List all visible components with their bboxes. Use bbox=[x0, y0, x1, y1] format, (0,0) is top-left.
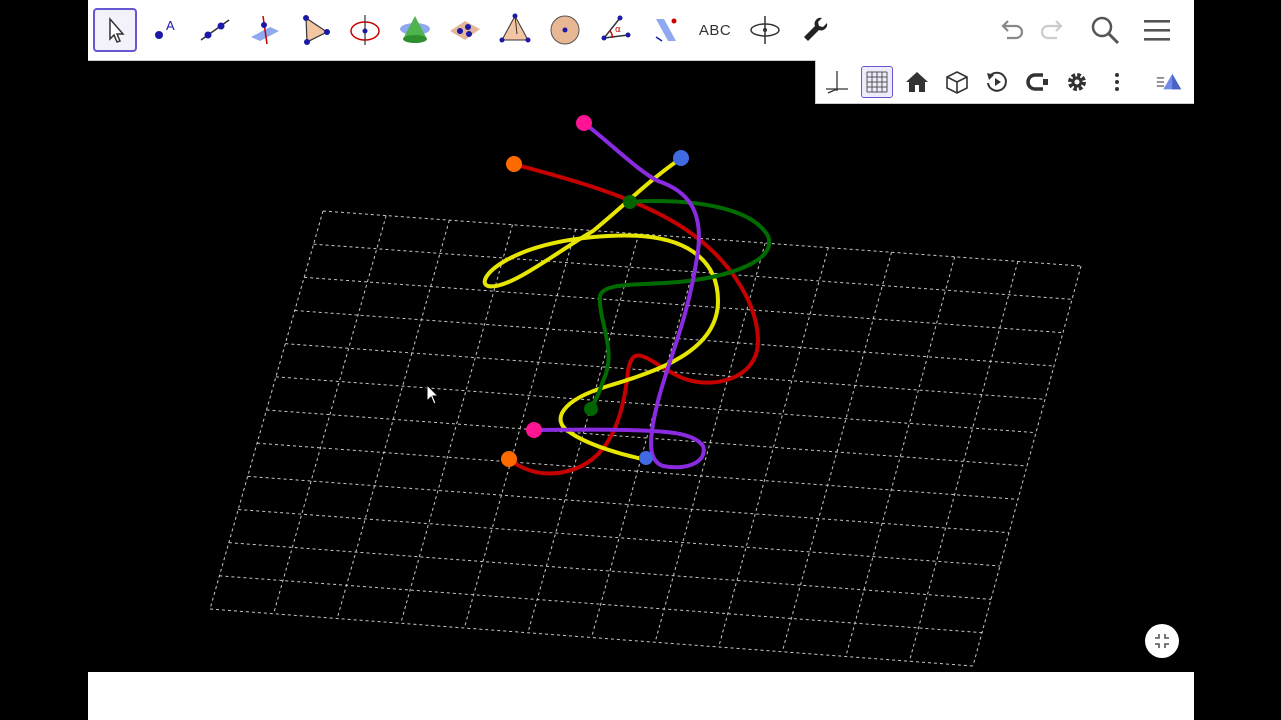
redo-button[interactable] bbox=[1035, 12, 1071, 48]
main-menu-button[interactable] bbox=[1139, 12, 1175, 48]
reflect-tool-button[interactable] bbox=[643, 8, 687, 52]
fullscreen-exit-button[interactable] bbox=[1145, 624, 1179, 658]
redo-icon bbox=[1040, 20, 1063, 40]
grid-line bbox=[294, 310, 1055, 367]
graphics-3d-view[interactable] bbox=[88, 61, 1194, 672]
grid-line bbox=[273, 215, 387, 614]
view-in-front-button[interactable] bbox=[941, 66, 973, 98]
angle-icon: α bbox=[601, 15, 631, 41]
grid-line bbox=[718, 247, 829, 648]
xy-plane-grid bbox=[209, 210, 1082, 667]
rotate-icon bbox=[987, 71, 1007, 92]
settings-button[interactable] bbox=[1061, 66, 1093, 98]
perpendicular-plane-icon bbox=[251, 15, 279, 45]
bottom-panel bbox=[88, 672, 1194, 720]
text-tool-button[interactable]: ABC bbox=[693, 8, 737, 52]
search-button[interactable] bbox=[1087, 12, 1123, 48]
more-vert-icon bbox=[1115, 73, 1119, 91]
arrow-cursor-icon bbox=[109, 16, 125, 43]
move-tool-button[interactable] bbox=[93, 8, 137, 52]
circle-axis-tool-button[interactable] bbox=[343, 8, 387, 52]
toggle-view-button[interactable] bbox=[1153, 66, 1185, 98]
point-magenta-top[interactable] bbox=[576, 115, 592, 131]
sphere-icon bbox=[550, 15, 580, 45]
wrench-icon bbox=[804, 17, 828, 41]
graphics-style-bar bbox=[815, 60, 1194, 104]
circle-axis-icon bbox=[350, 15, 380, 45]
graphics-canvas[interactable] bbox=[88, 61, 1194, 672]
polygon-icon bbox=[303, 15, 330, 45]
point-orange-top[interactable] bbox=[506, 156, 522, 172]
tools-settings-button[interactable] bbox=[793, 8, 837, 52]
show-axes-button[interactable] bbox=[821, 66, 853, 98]
point-magenta-bottom[interactable] bbox=[526, 422, 542, 438]
grid-icon bbox=[866, 71, 888, 93]
point-blue-top[interactable] bbox=[673, 150, 689, 166]
clipping-icon bbox=[1026, 73, 1048, 91]
gear-icon bbox=[1068, 73, 1086, 91]
curve-red[interactable] bbox=[506, 162, 761, 476]
cone-icon bbox=[400, 16, 430, 43]
point-A-icon: A bbox=[155, 18, 175, 39]
pyramid-icon bbox=[499, 13, 531, 43]
view-icon bbox=[1156, 73, 1182, 90]
reflect-plane-icon bbox=[655, 18, 677, 42]
rotate-view-icon bbox=[750, 16, 780, 44]
collapse-icon bbox=[1155, 634, 1169, 648]
mouse-cursor-icon bbox=[426, 384, 440, 405]
undo-button[interactable] bbox=[993, 12, 1029, 48]
point-tool-button[interactable]: A bbox=[143, 8, 187, 52]
axes-icon bbox=[826, 71, 848, 94]
grid-line bbox=[238, 509, 1001, 567]
pyramid-tool-button[interactable] bbox=[493, 8, 537, 52]
sphere-tool-button[interactable] bbox=[543, 8, 587, 52]
menu-icon bbox=[1144, 20, 1170, 41]
polygon-tool-button[interactable] bbox=[293, 8, 337, 52]
svg-text:α: α bbox=[615, 25, 621, 35]
line-icon bbox=[200, 19, 230, 41]
standard-view-button[interactable] bbox=[901, 66, 933, 98]
geogebra-3d-app: A α ABC bbox=[88, 0, 1194, 720]
grid-line bbox=[845, 256, 956, 657]
point-green-top[interactable] bbox=[623, 195, 637, 209]
svg-text:A: A bbox=[166, 18, 175, 33]
plane-points-icon bbox=[450, 21, 480, 40]
perpendicular-tool-button[interactable] bbox=[243, 8, 287, 52]
intersect-tool-button[interactable] bbox=[393, 8, 437, 52]
undo-icon bbox=[1001, 20, 1024, 40]
rotate-view-button[interactable] bbox=[981, 66, 1013, 98]
toolbar: A α ABC bbox=[88, 0, 1194, 61]
more-options-button[interactable] bbox=[1101, 66, 1133, 98]
text-tool-label: ABC bbox=[698, 21, 732, 39]
angle-tool-button[interactable]: α bbox=[593, 8, 637, 52]
clipping-button[interactable] bbox=[1021, 66, 1053, 98]
plane-tool-button[interactable] bbox=[443, 8, 487, 52]
show-grid-button[interactable] bbox=[861, 66, 893, 98]
line-tool-button[interactable] bbox=[193, 8, 237, 52]
grid-line bbox=[908, 261, 1019, 662]
rotate-view-tool-button[interactable] bbox=[743, 8, 787, 52]
search-icon bbox=[1091, 16, 1120, 45]
point-green-bottom[interactable] bbox=[584, 402, 598, 416]
home-icon bbox=[906, 72, 928, 92]
point-blue-bottom[interactable] bbox=[639, 451, 653, 465]
cube-icon bbox=[946, 71, 968, 94]
grid-line bbox=[527, 233, 640, 633]
point-orange-bottom[interactable] bbox=[501, 451, 517, 467]
grid-line bbox=[228, 542, 992, 600]
